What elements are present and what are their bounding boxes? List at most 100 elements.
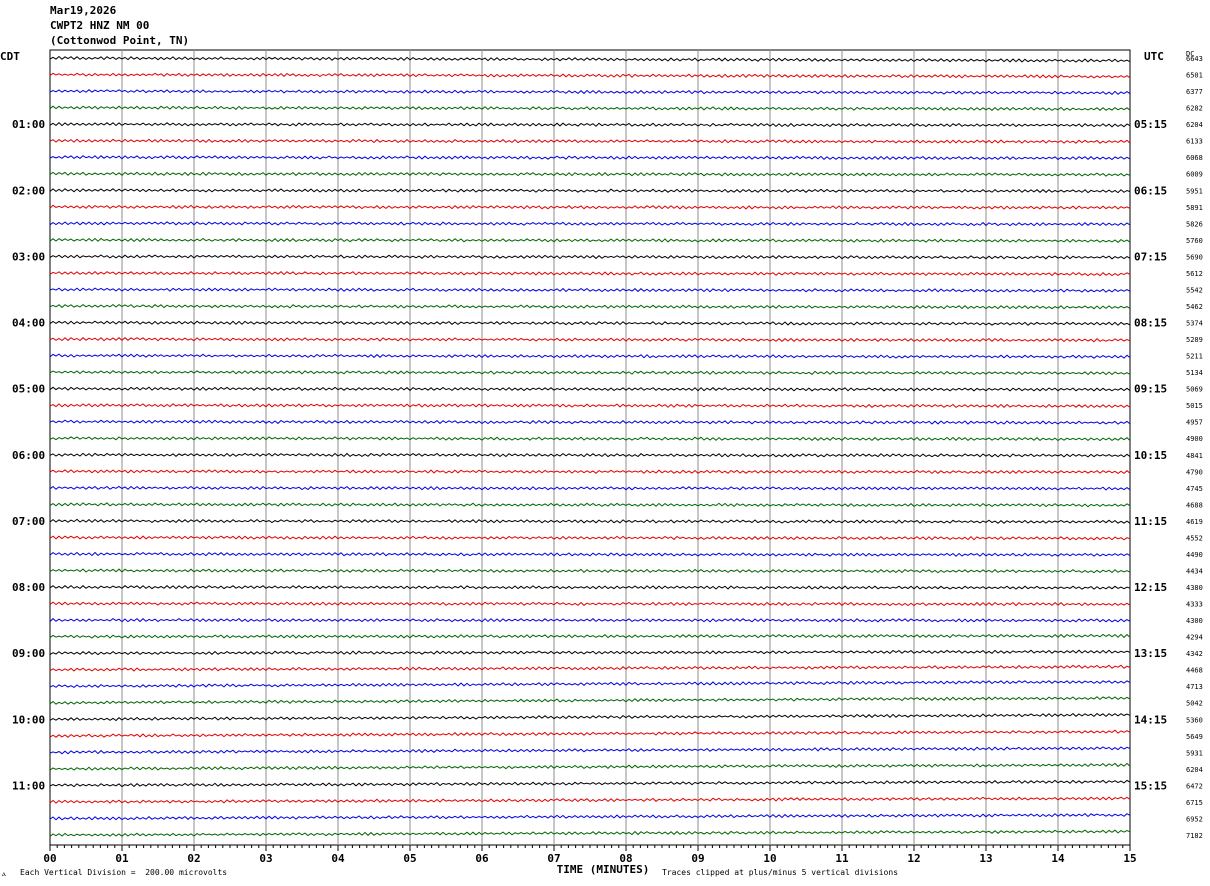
dc-value: 6009 [1186, 171, 1203, 179]
seismic-trace [49, 89, 1131, 95]
seismic-trace [49, 712, 1131, 722]
dc-value: 4713 [1186, 683, 1203, 691]
clip-note: Traces clipped at plus/minus 5 vertical … [662, 868, 899, 877]
dc-value: 6952 [1186, 815, 1203, 823]
utc-hour-label: 09:15 [1134, 383, 1167, 396]
seismic-trace [49, 105, 1131, 111]
dc-value: 6377 [1186, 88, 1203, 96]
dc-value: 4619 [1186, 518, 1203, 526]
dc-value: 5015 [1186, 402, 1203, 410]
dc-value: 5134 [1186, 369, 1203, 377]
x-axis-ticks [49, 845, 1131, 851]
dc-value: 5462 [1186, 303, 1203, 311]
dc-value: 5931 [1186, 749, 1203, 757]
seismic-trace [49, 370, 1131, 376]
dc-value: 5542 [1186, 286, 1203, 294]
seismic-trace [49, 55, 1131, 63]
cdt-hour-label: 09:00 [12, 647, 45, 660]
seismic-trace [49, 601, 1131, 607]
footer-scale-icon: ⲁ [2, 869, 6, 878]
dc-value: 4490 [1186, 551, 1203, 559]
cdt-hour-label: 08:00 [12, 581, 45, 594]
x-tick-label: 05 [403, 852, 416, 865]
dc-value: 4790 [1186, 468, 1203, 476]
seismic-trace [49, 746, 1131, 755]
seismic-trace [49, 452, 1131, 458]
cdt-axis-label: CDT [0, 50, 20, 63]
utc-hour-label: 08:15 [1134, 317, 1167, 330]
seismic-trace [49, 303, 1131, 310]
seismic-trace [49, 568, 1131, 574]
dc-value: 5042 [1186, 700, 1203, 708]
seismic-trace [49, 469, 1131, 475]
seismic-trace [49, 535, 1131, 541]
dc-value: 6204 [1186, 121, 1203, 129]
dc-value: 4434 [1186, 567, 1203, 575]
seismic-trace [49, 633, 1131, 639]
dc-value: 4380 [1186, 584, 1203, 592]
dc-value: 5649 [1186, 733, 1203, 741]
seismic-trace [49, 436, 1131, 442]
dc-value: 5211 [1186, 353, 1203, 361]
seismic-trace [49, 664, 1131, 672]
seismic-trace [49, 204, 1131, 210]
seismic-trace [49, 353, 1131, 359]
x-tick-label: 13 [979, 852, 992, 865]
dc-value: 4841 [1186, 452, 1203, 460]
cdt-hour-label: 07:00 [12, 515, 45, 528]
dc-value: 4900 [1186, 435, 1203, 443]
utc-hour-label: 13:15 [1134, 647, 1167, 660]
utc-axis-label: UTC [1144, 50, 1164, 63]
seismic-trace [49, 584, 1131, 590]
seismic-trace [49, 617, 1131, 623]
cdt-hour-label: 02:00 [12, 184, 45, 197]
x-tick-label: 15 [1123, 852, 1136, 865]
seismic-trace [49, 270, 1131, 277]
utc-hour-label: 07:15 [1134, 250, 1167, 263]
cdt-hour-label: 10:00 [12, 713, 45, 726]
dc-value: 4300 [1186, 617, 1203, 625]
dc-value: 5690 [1186, 253, 1203, 261]
cdt-hour-label: 04:00 [12, 317, 45, 330]
seismic-trace [49, 320, 1131, 326]
dc-value: 5612 [1186, 270, 1203, 278]
x-tick-label: 06 [475, 852, 489, 865]
dc-value: 6282 [1186, 105, 1203, 113]
dc-value: 6715 [1186, 799, 1203, 807]
utc-hour-label: 05:15 [1134, 118, 1167, 131]
dc-value: 5360 [1186, 716, 1203, 724]
vertical-scale-note: Each Vertical Division = 200.00 microvol… [20, 868, 228, 877]
dc-value: 6068 [1186, 154, 1203, 162]
seismic-trace [49, 403, 1131, 409]
x-tick-label: 11 [835, 852, 849, 865]
x-tick-label: 12 [907, 852, 920, 865]
seismic-trace [49, 502, 1131, 508]
seismic-trace [49, 551, 1131, 557]
x-tick-label: 00 [43, 852, 56, 865]
seismic-trace [49, 287, 1131, 293]
seismic-trace [49, 518, 1131, 524]
seismic-trace [49, 812, 1131, 821]
cdt-hour-label: 01:00 [12, 118, 45, 131]
dc-value: 5760 [1186, 237, 1203, 245]
dc-axis-label: DC [1186, 50, 1194, 58]
dc-value: 6204 [1186, 766, 1203, 774]
utc-hour-label: 15:15 [1134, 779, 1167, 792]
seismic-trace [49, 419, 1131, 425]
utc-hour-label: 10:15 [1134, 449, 1167, 462]
seismic-trace [49, 188, 1131, 194]
seismic-trace [49, 829, 1131, 837]
seismic-trace [49, 155, 1131, 161]
x-tick-label: 02 [187, 852, 200, 865]
seismic-trace [49, 779, 1131, 788]
helicorder-plot: 6643650163776282620461336068600959515891… [0, 49, 1203, 876]
seismic-trace [49, 138, 1131, 144]
utc-hour-label: 14:15 [1134, 713, 1167, 726]
utc-hour-label: 11:15 [1134, 515, 1167, 528]
dc-value: 4294 [1186, 634, 1203, 642]
cdt-hour-label: 03:00 [12, 250, 45, 263]
seismic-trace [49, 696, 1131, 705]
seismic-trace [49, 237, 1131, 243]
dc-value: 6133 [1186, 138, 1203, 146]
x-tick-label: 09 [691, 852, 704, 865]
